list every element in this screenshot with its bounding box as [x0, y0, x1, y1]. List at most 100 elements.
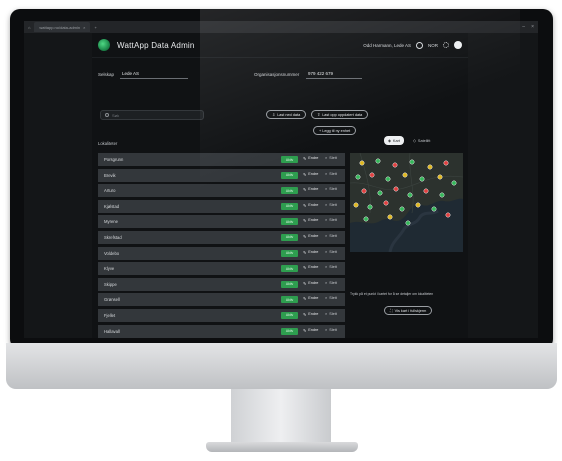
close-icon: × — [325, 311, 328, 316]
delete-button[interactable]: × Slett — [325, 218, 337, 222]
table-row[interactable]: Fjellet Aktiv ✎ Endre × Slett — [98, 308, 345, 322]
map-marker[interactable] — [399, 206, 405, 212]
table-row[interactable]: Arturo Aktiv ✎ Endre × Slett — [98, 184, 345, 198]
monitor-stand-neck — [231, 389, 331, 445]
upload-data-button[interactable]: ⇧ Last opp oppdatert data — [311, 110, 369, 119]
delete-button[interactable]: × Slett — [325, 328, 337, 332]
pencil-icon: ✎ — [303, 188, 307, 193]
map-marker[interactable] — [431, 206, 437, 212]
language-selector[interactable]: NOR — [428, 43, 438, 48]
edit-button[interactable]: ✎ Endre — [303, 203, 318, 208]
minimize-icon[interactable]: – — [522, 24, 525, 30]
edit-button[interactable]: ✎ Endre — [303, 172, 318, 177]
map-marker[interactable] — [377, 190, 383, 196]
map-marker[interactable] — [439, 192, 445, 198]
map-marker[interactable] — [375, 158, 381, 164]
map-marker[interactable] — [419, 176, 425, 182]
delete-button[interactable]: × Slett — [325, 265, 337, 269]
edit-button[interactable]: ✎ Endre — [303, 296, 318, 301]
edit-label: Endre — [308, 327, 319, 332]
globe-icon[interactable] — [416, 41, 423, 49]
map-marker[interactable] — [443, 160, 449, 166]
status-badge: Aktiv — [281, 296, 298, 304]
table-row[interactable]: Brevik Aktiv ✎ Endre × Slett — [98, 168, 345, 182]
map-marker[interactable] — [367, 204, 373, 210]
delete-button[interactable]: × Slett — [325, 172, 337, 176]
map-view-toggle[interactable]: ◈ Kart — [384, 136, 404, 145]
close-window-icon[interactable]: × — [531, 24, 534, 30]
fullscreen-icon: ⛶ — [390, 308, 393, 313]
satellite-view-toggle[interactable]: ◇ Satellitt — [409, 136, 434, 145]
location-list: Porsgrunn Aktiv ✎ Endre × Slett Brevik Aktiv ✎ En… — [98, 153, 345, 338]
map-marker[interactable] — [359, 160, 365, 166]
delete-button[interactable]: × Slett — [325, 203, 337, 207]
company-field[interactable]: Lede AS — [120, 69, 188, 79]
app-header: WattApp Data Admin Odd Harmann, Lede AS … — [92, 33, 468, 58]
map-marker[interactable] — [437, 174, 443, 180]
table-row[interactable]: Kjølstad Aktiv ✎ Endre × Slett — [98, 199, 345, 213]
edit-button[interactable]: ✎ Endre — [303, 281, 318, 286]
table-row[interactable]: Skippe Aktiv ✎ Endre × Slett — [98, 277, 345, 291]
user-label[interactable]: Odd Harmann, Lede AS — [363, 43, 411, 48]
delete-button[interactable]: × Slett — [325, 234, 337, 238]
edit-button[interactable]: ✎ Endre — [303, 250, 318, 255]
delete-button[interactable]: × Slett — [325, 281, 337, 285]
map-marker[interactable] — [445, 212, 451, 218]
location-name: Myrene — [104, 219, 118, 225]
location-map[interactable] — [350, 153, 463, 252]
map-marker[interactable] — [451, 180, 457, 186]
map-marker[interactable] — [409, 159, 415, 165]
map-icon: ◈ — [388, 139, 391, 143]
new-tab-icon[interactable]: + — [94, 25, 96, 30]
avatar[interactable] — [454, 41, 462, 49]
fullscreen-map-button[interactable]: ⛶ Vis kart i fullskjerm — [384, 306, 433, 315]
table-row[interactable]: Porsgrunn Aktiv ✎ Endre × Slett — [98, 153, 345, 166]
table-row[interactable]: Grønsell Aktiv ✎ Endre × Slett — [98, 293, 345, 307]
delete-button[interactable]: × Slett — [325, 296, 337, 300]
edit-label: Endre — [308, 187, 319, 192]
map-marker[interactable] — [402, 172, 408, 178]
edit-button[interactable]: ✎ Endre — [303, 187, 318, 192]
map-marker[interactable] — [369, 172, 375, 178]
search-input[interactable]: Søk — [100, 110, 204, 120]
delete-label: Slett — [329, 171, 337, 176]
map-marker[interactable] — [385, 176, 391, 182]
edit-button[interactable]: ✎ Endre — [303, 265, 318, 270]
edit-button[interactable]: ✎ Endre — [303, 218, 318, 223]
status-badge: Aktiv — [281, 156, 298, 163]
download-data-button[interactable]: ⇩ Last ned data — [266, 110, 307, 119]
table-row[interactable]: Skrefstad Aktiv ✎ Endre × Slett — [98, 230, 345, 244]
map-marker[interactable] — [427, 164, 433, 170]
delete-button[interactable]: × Slett — [325, 312, 337, 316]
map-marker[interactable] — [407, 192, 413, 198]
map-marker[interactable] — [355, 174, 361, 180]
add-unit-button[interactable]: + Legg til ny enhet — [313, 126, 357, 135]
home-icon[interactable]: ⌂ — [28, 25, 30, 30]
map-marker[interactable] — [405, 220, 411, 226]
delete-button[interactable]: × Slett — [325, 156, 337, 160]
edit-button[interactable]: ✎ Endre — [303, 234, 318, 239]
map-marker[interactable] — [387, 214, 393, 220]
map-marker[interactable] — [415, 202, 421, 208]
edit-button[interactable]: ✎ Endre — [303, 328, 318, 333]
table-row[interactable]: Voldebo Aktiv ✎ Endre × Slett — [98, 246, 345, 260]
orgnr-field[interactable]: 979 422 679 — [306, 69, 362, 79]
map-canvas[interactable] — [350, 153, 463, 252]
edit-button[interactable]: ✎ Endre — [303, 312, 318, 317]
map-marker[interactable] — [353, 202, 359, 208]
edit-button[interactable]: ✎ Endre — [303, 156, 318, 161]
map-marker[interactable] — [423, 188, 429, 194]
table-row[interactable]: Klyve Aktiv ✎ Endre × Slett — [98, 262, 345, 276]
map-marker[interactable] — [393, 186, 399, 192]
close-tab-icon[interactable]: × — [83, 25, 85, 30]
table-row[interactable]: Myrene Aktiv ✎ Endre × Slett — [98, 215, 345, 229]
table-row[interactable]: Hallavall Aktiv ✎ Endre × Slett — [98, 324, 345, 338]
map-marker[interactable] — [363, 216, 369, 222]
map-marker[interactable] — [361, 188, 367, 194]
delete-button[interactable]: × Slett — [325, 250, 337, 254]
theme-toggle-icon[interactable] — [443, 42, 449, 48]
delete-button[interactable]: × Slett — [325, 187, 337, 191]
map-marker[interactable] — [383, 200, 389, 206]
map-marker[interactable] — [392, 162, 398, 168]
browser-tab[interactable]: wattapp.no/data-admin × — [34, 22, 91, 32]
